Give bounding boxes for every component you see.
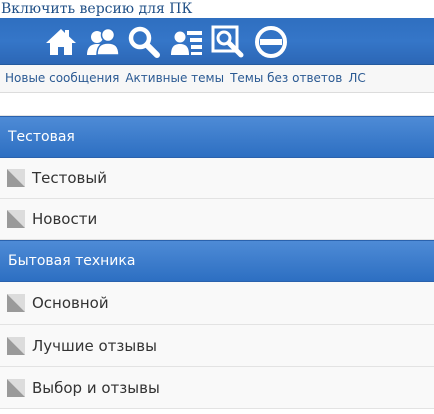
spacer (0, 93, 434, 116)
search-settings-icon[interactable] (211, 25, 245, 59)
forum-row[interactable]: Основной (0, 282, 434, 325)
search-icon[interactable] (127, 25, 161, 59)
new-posts-link[interactable]: Новые сообщения (5, 65, 119, 92)
home-icon[interactable] (44, 25, 78, 59)
forum-title[interactable]: Основной (32, 294, 109, 312)
forum-title[interactable]: Выбор и отзывы (32, 379, 160, 397)
forum-read-icon (7, 169, 25, 187)
top-navbar (0, 18, 434, 65)
forum-title[interactable]: Тестовый (32, 169, 107, 187)
forum-title[interactable]: Новости (32, 210, 97, 228)
forum-row[interactable]: Новости (0, 199, 434, 240)
active-topics-link[interactable]: Активные темы (125, 65, 224, 92)
unanswered-topics-link[interactable]: Темы без ответов (230, 65, 342, 92)
forum-read-icon (7, 294, 25, 312)
forum-title[interactable]: Лучшие отзывы (32, 337, 157, 355)
forum-row[interactable]: Выбор и отзывы (0, 367, 434, 409)
pc-version-link[interactable]: Включить версию для ПК (0, 0, 434, 18)
quick-links-bar: Новые сообщения Активные темы Темы без отв… (0, 65, 434, 93)
category-header[interactable]: Бытовая техника (0, 240, 434, 282)
private-messages-link[interactable]: ЛС (348, 65, 365, 92)
members-icon[interactable] (86, 25, 120, 59)
forum-read-icon (7, 336, 25, 355)
forum-row[interactable]: Тестовый (0, 158, 434, 199)
forum-row[interactable]: Лучшие отзывы (0, 325, 434, 367)
user-list-icon[interactable] (170, 25, 204, 59)
category-header[interactable]: Тестовая (0, 116, 434, 158)
forum-read-icon (7, 210, 25, 228)
forum-read-icon (7, 378, 25, 397)
no-entry-icon[interactable] (254, 25, 288, 59)
